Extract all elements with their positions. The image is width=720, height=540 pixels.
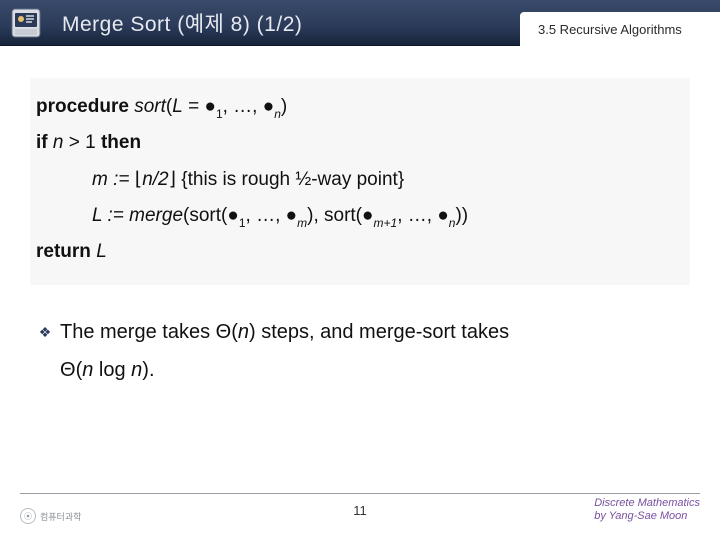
footer-logo: ⦿ 컴퓨터과학 xyxy=(20,508,81,524)
footer-credit: Discrete Mathematics by Yang-Sae Moon xyxy=(594,497,700,525)
logo-text: 컴퓨터과학 xyxy=(40,510,81,523)
bullet-icon: ❖ xyxy=(30,313,60,346)
body-text: ❖ The merge takes Θ(n) steps, and merge-… xyxy=(30,313,690,389)
code-line-1: procedure sort(L = ●1, …, ●n) xyxy=(36,90,684,124)
slide-title: Merge Sort (예제 8) (1/2) xyxy=(62,8,302,38)
slide-header: Merge Sort (예제 8) (1/2) 3.5 Recursive Al… xyxy=(0,0,720,46)
footer-divider xyxy=(20,493,700,494)
code-line-4: L := merge(sort(●1, …, ●m), sort(●m+1, …… xyxy=(36,199,684,233)
section-label: 3.5 Recursive Algorithms xyxy=(520,12,720,46)
page-number: 11 xyxy=(353,503,367,518)
body-line-1: ❖ The merge takes Θ(n) steps, and merge-… xyxy=(30,313,690,351)
slide-footer: ⦿ 컴퓨터과학 11 Discrete Mathematics by Yang-… xyxy=(0,490,720,530)
code-line-3: m := ⌊n/2⌋ {this is rough ½-way point} xyxy=(36,163,684,197)
header-icon xyxy=(4,1,48,45)
slide-content: procedure sort(L = ●1, …, ●n) if n > 1 t… xyxy=(0,46,720,389)
body-line-2: Θ(n log n). xyxy=(30,351,690,389)
code-line-2: if n > 1 then xyxy=(36,126,684,160)
pseudocode-box: procedure sort(L = ●1, …, ●n) if n > 1 t… xyxy=(30,78,690,285)
code-line-5: return L xyxy=(36,235,684,269)
logo-icon: ⦿ xyxy=(20,508,36,524)
